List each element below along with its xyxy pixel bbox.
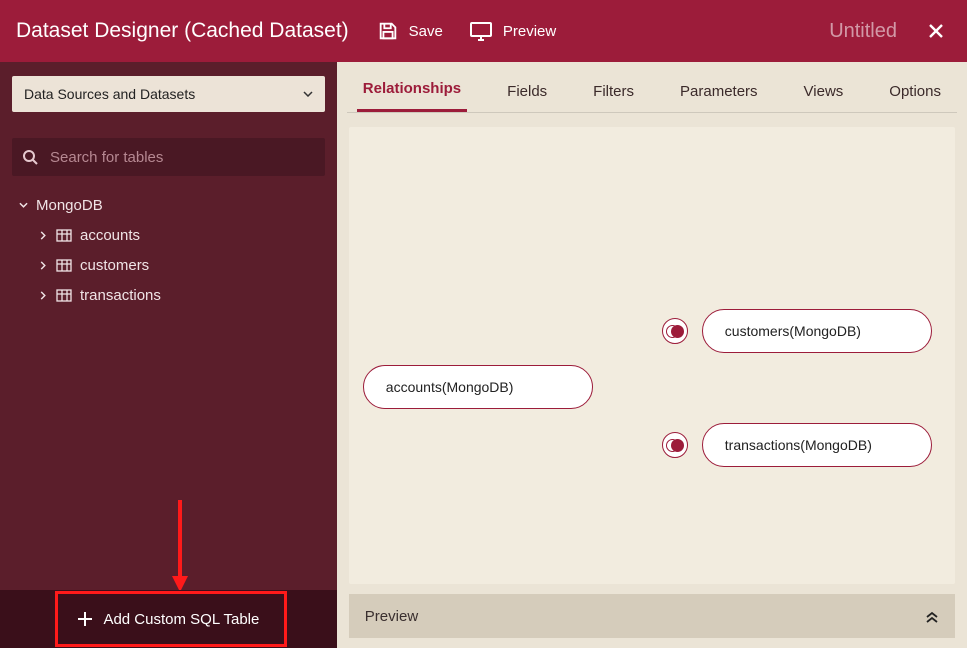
source-label: MongoDB	[36, 197, 103, 214]
tree-source-row[interactable]: MongoDB	[12, 190, 325, 220]
sidebar: Data Sources and Datasets	[0, 62, 337, 648]
node-customers[interactable]: customers(MongoDB)	[702, 309, 932, 353]
preview-button[interactable]: Preview	[469, 21, 556, 41]
tab-views[interactable]: Views	[798, 83, 850, 112]
save-label: Save	[409, 23, 443, 40]
double-chevron-up-icon	[925, 609, 939, 623]
chevron-down-icon	[303, 91, 313, 97]
tab-parameters[interactable]: Parameters	[674, 83, 764, 112]
close-button[interactable]	[921, 16, 951, 46]
body: Data Sources and Datasets	[0, 62, 967, 648]
table-icon	[56, 229, 72, 242]
tab-filters[interactable]: Filters	[587, 83, 640, 112]
node-label: transactions(MongoDB)	[725, 437, 872, 453]
preview-panel-label: Preview	[365, 608, 418, 625]
preview-panel-toggle[interactable]: Preview	[349, 594, 955, 638]
venn-icon	[666, 325, 684, 337]
search-input[interactable]	[50, 149, 315, 166]
relationships-canvas[interactable]: accounts(MongoDB) customers(MongoDB) tra…	[349, 127, 955, 584]
node-root[interactable]: accounts(MongoDB)	[363, 365, 593, 409]
app-title: Dataset Designer (Cached Dataset)	[16, 19, 349, 43]
chevron-right-icon	[38, 261, 48, 270]
preview-label: Preview	[503, 23, 556, 40]
add-button-label: Add Custom SQL Table	[103, 611, 259, 628]
main-panel: Relationships Fields Filters Parameters …	[337, 62, 967, 648]
venn-icon	[666, 439, 684, 451]
tree-table-row[interactable]: transactions	[12, 280, 325, 310]
dropdown-label: Data Sources and Datasets	[24, 86, 195, 102]
app-root: Dataset Designer (Cached Dataset) Save P…	[0, 0, 967, 648]
table-icon	[56, 289, 72, 302]
chevron-down-icon	[18, 202, 28, 208]
add-custom-sql-button[interactable]: Add Custom SQL Table	[49, 601, 287, 638]
table-label: transactions	[80, 287, 161, 304]
join-badge[interactable]	[662, 318, 688, 344]
save-button[interactable]: Save	[377, 20, 443, 42]
tab-bar: Relationships Fields Filters Parameters …	[337, 62, 967, 112]
monitor-icon	[469, 21, 493, 41]
chevron-right-icon	[38, 291, 48, 300]
tab-fields[interactable]: Fields	[501, 83, 553, 112]
join-badge[interactable]	[662, 432, 688, 458]
node-label: customers(MongoDB)	[725, 323, 861, 339]
search-icon	[22, 149, 38, 165]
save-icon	[377, 20, 399, 42]
table-tree: MongoDB accounts	[12, 190, 325, 310]
node-transactions[interactable]: transactions(MongoDB)	[702, 423, 932, 467]
search-bar[interactable]	[12, 138, 325, 176]
node-label: accounts(MongoDB)	[386, 379, 514, 395]
chevron-right-icon	[38, 231, 48, 240]
tree-table-row[interactable]: customers	[12, 250, 325, 280]
sidebar-footer: Add Custom SQL Table	[0, 590, 337, 648]
table-icon	[56, 259, 72, 272]
plus-icon	[77, 611, 93, 627]
tab-relationships[interactable]: Relationships	[357, 80, 467, 112]
table-label: accounts	[80, 227, 140, 244]
datasource-dropdown[interactable]: Data Sources and Datasets	[12, 76, 325, 112]
tab-options[interactable]: Options	[883, 83, 947, 112]
table-label: customers	[80, 257, 149, 274]
edge-lines	[349, 127, 649, 277]
document-name: Untitled	[829, 20, 897, 43]
tree-table-row[interactable]: accounts	[12, 220, 325, 250]
title-bar: Dataset Designer (Cached Dataset) Save P…	[0, 0, 967, 62]
